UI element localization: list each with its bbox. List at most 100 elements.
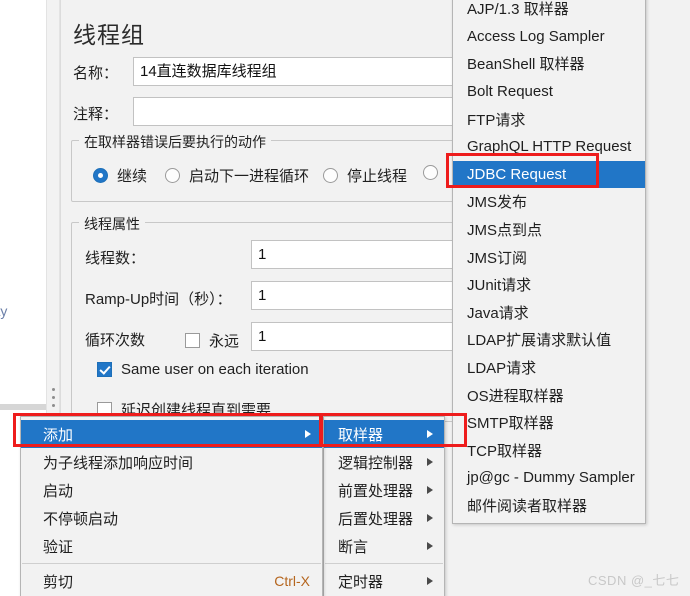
chevron-right-icon — [427, 458, 433, 466]
menu-item-label: 取样器 — [338, 426, 384, 444]
context-menu-item-start-no-pauses[interactable]: 不停顿启动 — [21, 504, 322, 532]
name-label: 名称： — [73, 65, 119, 82]
radio-icon-stop-test — [423, 165, 438, 180]
menu-item-label: SMTP取样器 — [467, 415, 554, 433]
radio-label-stop-thread: 停止线程 — [347, 168, 408, 185]
shortcut-cut: Ctrl-X — [274, 573, 310, 589]
checkbox-icon-same-user — [97, 362, 112, 377]
sampler-menu-item-dummy[interactable]: jp@gc - Dummy Sampler — [453, 464, 645, 492]
menu-item-label: 前置处理器 — [338, 482, 414, 500]
watermark: CSDN @_七七 — [588, 573, 680, 588]
menu-item-label: jp@gc - Dummy Sampler — [467, 469, 635, 487]
submenu-item-assertion[interactable]: 断言 — [324, 532, 444, 560]
checkbox-icon-forever — [185, 333, 200, 348]
sampler-menu-item-ftp[interactable]: FTP请求 — [453, 105, 645, 133]
checkbox-icon-delayed-start — [97, 402, 112, 417]
add-submenu[interactable]: 取样器 逻辑控制器 前置处理器 后置处理器 断言 定时器 — [323, 416, 445, 596]
menu-item-label: 邮件阅读者取样器 — [467, 497, 588, 515]
menu-item-label: 逻辑控制器 — [338, 454, 414, 472]
context-menu-item-add-think-times[interactable]: 为子线程添加响应时间 — [21, 448, 322, 476]
menu-item-label: Bolt Request — [467, 83, 553, 101]
menu-item-label: TCP取样器 — [467, 442, 543, 460]
context-menu-item-validate[interactable]: 验证 — [21, 532, 322, 560]
comment-label: 注释： — [73, 106, 119, 123]
sampler-list-menu[interactable]: AJP/1.3 取样器 Access Log Sampler BeanShell… — [452, 0, 646, 525]
error-action-legend: 在取样器错误后要执行的动作 — [79, 132, 271, 152]
sampler-menu-item-junit[interactable]: JUnit请求 — [453, 271, 645, 299]
sampler-menu-item-access-log[interactable]: Access Log Sampler — [453, 23, 645, 51]
menu-item-label: 剪切 — [43, 573, 74, 591]
menu-item-label: 定时器 — [338, 573, 384, 591]
submenu-item-sampler[interactable]: 取样器 — [324, 420, 444, 448]
page-title: 线程组 — [73, 22, 145, 48]
ramp-up-label: Ramp-Up时间（秒）： — [85, 291, 232, 308]
chevron-right-icon — [305, 430, 311, 438]
submenu-item-logic-controller[interactable]: 逻辑控制器 — [324, 448, 444, 476]
radio-icon-start-next-loop — [165, 168, 180, 183]
menu-item-label: 启动 — [43, 482, 74, 500]
chevron-right-icon — [427, 514, 433, 522]
submenu-separator — [325, 563, 443, 564]
submenu-item-pre-processor[interactable]: 前置处理器 — [324, 476, 444, 504]
sampler-menu-item-bolt[interactable]: Bolt Request — [453, 78, 645, 106]
menu-item-label: JMS订阅 — [467, 249, 528, 267]
chevron-right-icon — [427, 542, 433, 550]
loop-count-label: 循环次数 — [85, 332, 146, 349]
context-menu-item-start[interactable]: 启动 — [21, 476, 322, 504]
menu-item-label: BeanShell 取样器 — [467, 56, 585, 74]
context-menu[interactable]: 添加 为子线程添加响应时间 启动 不停顿启动 验证 剪切 Ctrl-X 复制 C… — [20, 416, 323, 596]
sampler-menu-item-jms-p2p[interactable]: JMS点到点 — [453, 216, 645, 244]
submenu-item-post-processor[interactable]: 后置处理器 — [324, 504, 444, 532]
chevron-right-icon — [427, 430, 433, 438]
menu-item-label: OS进程取样器 — [467, 387, 564, 405]
menu-item-label: LDAP请求 — [467, 360, 537, 378]
radio-stop-test[interactable] — [423, 165, 447, 180]
menu-item-label: 不停顿启动 — [43, 510, 119, 528]
menu-item-label: JUnit请求 — [467, 277, 532, 295]
sampler-menu-item-os-process[interactable]: OS进程取样器 — [453, 381, 645, 409]
sampler-menu-item-ajp[interactable]: AJP/1.3 取样器 — [453, 0, 645, 23]
sampler-menu-item-java[interactable]: Java请求 — [453, 299, 645, 327]
context-menu-separator — [22, 563, 321, 564]
radio-icon-stop-thread — [323, 168, 338, 183]
menu-item-label: 断言 — [338, 538, 369, 556]
submenu-item-timer[interactable]: 定时器 — [324, 567, 444, 595]
sampler-menu-item-smtp[interactable]: SMTP取样器 — [453, 409, 645, 437]
sampler-menu-item-mail-reader[interactable]: 邮件阅读者取样器 — [453, 492, 645, 520]
chevron-right-icon — [427, 486, 433, 494]
sampler-menu-item-ldap[interactable]: LDAP请求 — [453, 354, 645, 382]
menu-item-label: AJP/1.3 取样器 — [467, 1, 569, 19]
same-user-label: Same user on each iteration — [121, 361, 309, 378]
menu-item-label: LDAP扩展请求默认值 — [467, 332, 612, 350]
menu-item-label: FTP请求 — [467, 111, 526, 129]
menu-item-label: Java请求 — [467, 304, 529, 322]
sampler-menu-item-beanshell[interactable]: BeanShell 取样器 — [453, 50, 645, 78]
menu-item-label: JDBC Request — [467, 165, 567, 183]
sampler-menu-item-jms-publisher[interactable]: JMS发布 — [453, 188, 645, 216]
radio-stop-thread[interactable]: 停止线程 — [323, 165, 407, 186]
radio-continue[interactable]: 继续 — [93, 165, 147, 186]
menu-item-label: Access Log Sampler — [467, 27, 605, 45]
menu-item-label: 后置处理器 — [338, 510, 414, 528]
sampler-menu-item-graphql[interactable]: GraphQL HTTP Request — [453, 133, 645, 161]
app-window: 线程组 名称： 14直连数据库线程组 注释： 在取样器错误后要执行的动作 继续 … — [0, 0, 690, 596]
sampler-menu-item-tcp[interactable]: TCP取样器 — [453, 437, 645, 465]
radio-label-start-next-loop: 启动下一进程循环 — [189, 168, 310, 185]
menu-item-label: 为子线程添加响应时间 — [43, 454, 194, 472]
chevron-right-icon — [427, 577, 433, 585]
forever-checkbox[interactable]: 永远 — [185, 330, 239, 351]
menu-item-label: 验证 — [43, 538, 74, 556]
radio-start-next-loop[interactable]: 启动下一进程循环 — [165, 165, 309, 186]
menu-item-label: GraphQL HTTP Request — [467, 138, 632, 156]
sampler-menu-item-jdbc[interactable]: JDBC Request — [453, 160, 645, 189]
context-menu-item-add[interactable]: 添加 — [21, 420, 322, 448]
context-menu-item-cut[interactable]: 剪切 Ctrl-X — [21, 567, 322, 595]
forever-label: 永远 — [209, 333, 240, 350]
splitter-grip-icon — [52, 388, 56, 412]
sampler-menu-item-ldap-ext[interactable]: LDAP扩展请求默认值 — [453, 326, 645, 354]
same-user-checkbox[interactable]: Same user on each iteration — [97, 361, 309, 378]
menu-item-label: 添加 — [43, 426, 74, 444]
sampler-menu-item-jms-subscriber[interactable]: JMS订阅 — [453, 243, 645, 271]
thread-count-label: 线程数： — [85, 250, 146, 267]
tree-node-fragment-1[interactable]: erty — [0, 303, 7, 319]
